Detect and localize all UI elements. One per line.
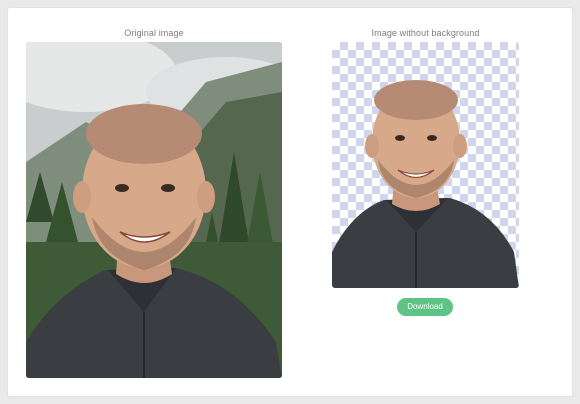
- original-image-caption: Original image: [124, 28, 184, 38]
- comparison-card: Original image Image without background: [8, 8, 572, 396]
- original-image: [26, 42, 282, 378]
- result-image: [332, 42, 519, 288]
- download-button[interactable]: Download: [397, 298, 453, 316]
- result-image-caption: Image without background: [371, 28, 480, 38]
